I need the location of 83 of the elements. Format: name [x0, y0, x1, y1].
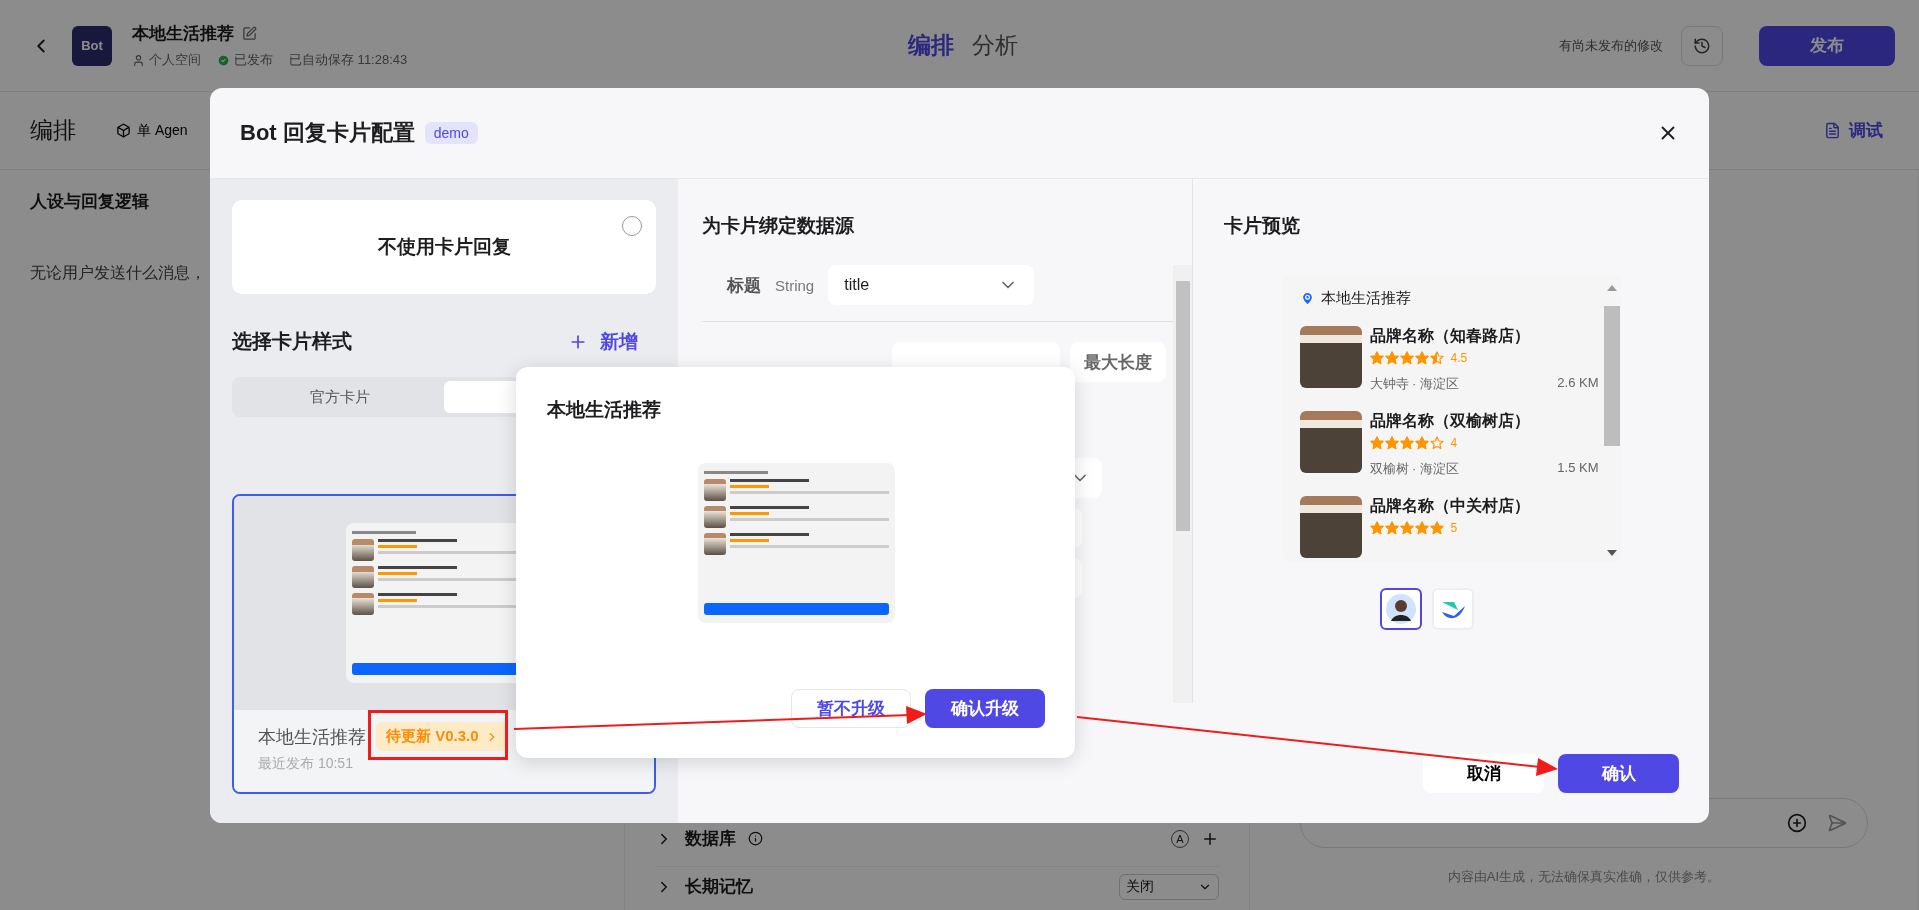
- scroll-down-icon: [1606, 550, 1617, 556]
- box-icon: [116, 123, 131, 138]
- rating-value: 4.5: [1450, 351, 1468, 365]
- star-icon: [1414, 436, 1429, 450]
- modal-title: Bot 回复卡片配置: [240, 119, 415, 147]
- bot-title: 本地生活推荐: [132, 23, 234, 45]
- disclaimer-text: 内容由AI生成，无法确保真实准确，仅供参考。: [1447, 868, 1721, 886]
- photo-placeholder: [1299, 496, 1362, 558]
- workspace-label: 个人空间: [149, 51, 201, 69]
- select-field[interactable]: 关闭: [1119, 873, 1219, 900]
- type-label: String: [775, 276, 815, 294]
- document-icon: [1824, 122, 1841, 139]
- publish-status: 已发布: [234, 51, 273, 69]
- store-location: 大钟寺 · 海淀区: [1369, 375, 1460, 393]
- channel-tab[interactable]: [1379, 588, 1422, 630]
- location-pin-icon: [1299, 291, 1315, 306]
- user-icon: [132, 53, 145, 67]
- star-icon: [1414, 521, 1429, 535]
- section-title: 选择卡片样式: [232, 329, 352, 354]
- check-circle-icon: [217, 53, 230, 67]
- star-icon: [1384, 521, 1399, 535]
- column-title: 为卡片绑定数据源: [702, 214, 855, 238]
- debug-button[interactable]: 调试: [1818, 118, 1889, 143]
- max-length-button[interactable]: 最大长度: [1070, 342, 1166, 382]
- star-icon: [1369, 351, 1384, 365]
- photo-placeholder: [1299, 326, 1362, 388]
- skip-upgrade-button[interactable]: 暂不升级: [791, 689, 911, 728]
- publish-date: 最近发布 10:51: [258, 755, 354, 773]
- nav-tab[interactable]: 分析: [971, 30, 1018, 61]
- star-icon: [1384, 351, 1399, 365]
- select-field[interactable]: title: [828, 265, 1035, 305]
- skill-label: 数据库: [685, 828, 736, 850]
- star-icon: [1369, 521, 1384, 535]
- edit-icon[interactable]: [242, 26, 257, 41]
- star-icon: [1384, 436, 1399, 450]
- segment-tab[interactable]: 官方卡片: [236, 381, 444, 413]
- photo-placeholder: [1299, 411, 1362, 473]
- add-button[interactable]: 新增: [568, 328, 638, 355]
- store-distance: 2.6 KM: [1557, 375, 1599, 392]
- store-name: 品牌名称（中关村店）: [1369, 496, 1531, 516]
- column-title: 卡片预览: [1224, 214, 1301, 238]
- rating-value: 5: [1450, 521, 1458, 535]
- card-title: 本地生活推荐: [1320, 289, 1411, 308]
- nav-tab[interactable]: 编排: [907, 30, 954, 61]
- history-button[interactable]: [1681, 25, 1723, 66]
- persona-text: 无论用户发送什么消息，: [30, 263, 207, 283]
- confirm-button[interactable]: 确认: [1558, 754, 1679, 793]
- star-icon: [1399, 436, 1414, 450]
- field-label: 标题: [727, 274, 761, 297]
- persona-title: 人设与回复逻辑: [30, 191, 150, 213]
- section-title: 编排: [30, 116, 76, 145]
- store-name: 品牌名称（知春路店）: [1369, 326, 1531, 346]
- demo-tag: demo: [424, 122, 478, 144]
- publish-button[interactable]: 发布: [1759, 25, 1895, 66]
- store-distance: 1.5 KM: [1557, 460, 1599, 477]
- half-star-icon: [1429, 351, 1444, 365]
- unpublished-note: 有尚未发布的修改: [1559, 36, 1663, 55]
- store-name: 品牌名称（双榆树店）: [1369, 411, 1531, 431]
- scroll-up-icon: [1606, 285, 1617, 291]
- option-label: 不使用卡片回复: [377, 235, 511, 259]
- option-card[interactable]: 不使用卡片回复: [232, 200, 656, 294]
- autosave-text: 已自动保存 11:28:43: [289, 51, 408, 69]
- rating-value: 4: [1450, 436, 1458, 450]
- mode-selector[interactable]: 单 Agen: [116, 121, 188, 140]
- radio-button[interactable]: [622, 216, 642, 236]
- star-icon: [1429, 521, 1444, 535]
- skill-label: 长期记忆: [685, 876, 753, 898]
- confirm-upgrade-button[interactable]: 确认升级: [925, 689, 1045, 728]
- add-icon[interactable]: [1787, 813, 1807, 833]
- avatar-icon: [1385, 594, 1416, 624]
- info-icon: [748, 831, 763, 846]
- history-icon: [1693, 36, 1711, 55]
- scrollbar[interactable]: [1173, 265, 1192, 703]
- star-outline-icon: [1429, 436, 1444, 450]
- star-icon: [1414, 351, 1429, 365]
- star-icon: [1399, 351, 1414, 365]
- popup-title: 本地生活推荐: [547, 398, 662, 422]
- cancel-button[interactable]: 取消: [1423, 754, 1544, 793]
- card-name: 本地生活推荐: [258, 725, 366, 749]
- star-icon: [1399, 521, 1414, 535]
- star-icon: [1369, 436, 1384, 450]
- bot-avatar: Bot: [72, 25, 112, 66]
- store-location: 双榆树 · 海淀区: [1369, 460, 1460, 478]
